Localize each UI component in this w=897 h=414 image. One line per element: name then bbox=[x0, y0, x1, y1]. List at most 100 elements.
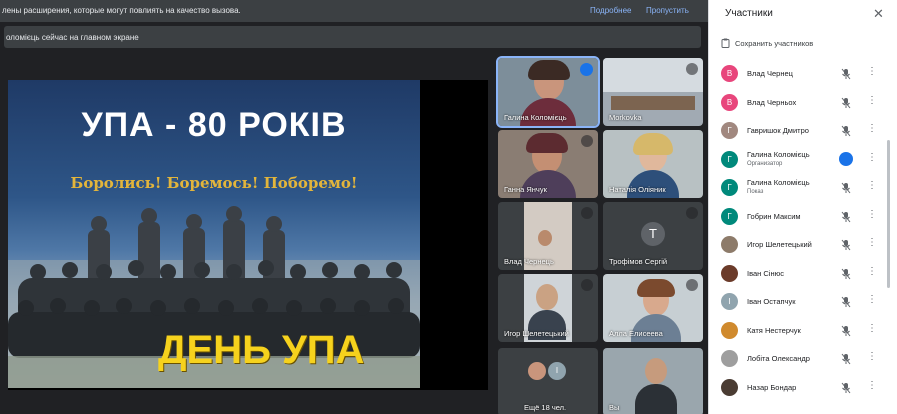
participant-name: Назар Бондар bbox=[747, 382, 797, 392]
meeting-area: лены расширения, которые могут повлиять … bbox=[0, 0, 708, 414]
participant-name: Катя Нестерчук bbox=[747, 325, 801, 335]
participant-name: Іван Остапчук bbox=[747, 297, 796, 306]
participant-avatar bbox=[721, 350, 738, 367]
participant-avatar: В bbox=[721, 93, 738, 111]
more-options-icon[interactable]: ⋮ bbox=[867, 95, 877, 106]
participant-tile[interactable]: Галина Коломієць bbox=[496, 56, 600, 128]
participant-name: Трофімов Сергій bbox=[609, 257, 668, 266]
scrollbar[interactable] bbox=[887, 140, 890, 288]
participant-row[interactable]: Г Гобрин Максим ⋮ bbox=[709, 205, 887, 229]
participant-avatar: Г bbox=[721, 179, 738, 196]
participant-tile[interactable]: Morkovka bbox=[603, 58, 703, 126]
more-options-icon[interactable]: ⋮ bbox=[867, 181, 877, 191]
more-participants-label: Ещё 18 чел. bbox=[524, 403, 567, 412]
participant-name: Гобрин Максим bbox=[747, 211, 801, 221]
mic-off-icon[interactable] bbox=[841, 210, 851, 228]
participant-name: Лобіта Олександр bbox=[747, 354, 810, 363]
more-options-icon[interactable]: ⋮ bbox=[867, 266, 877, 277]
clipboard-icon bbox=[721, 38, 730, 48]
skip-link[interactable]: Пропустить bbox=[646, 6, 689, 15]
mic-off-icon bbox=[581, 135, 593, 147]
participant-tile[interactable]: Ганна Янчук bbox=[498, 130, 598, 198]
participant-tile[interactable]: Наталія Оліяник bbox=[603, 130, 703, 198]
participant-name: Галина Коломієць bbox=[747, 178, 810, 187]
mic-off-icon bbox=[686, 63, 698, 75]
mic-off-icon[interactable] bbox=[841, 124, 851, 142]
participants-panel: Участники ✕ Сохранить участников В Влад Ч… bbox=[708, 0, 897, 414]
speaking-icon bbox=[580, 63, 593, 76]
more-options-icon[interactable]: ⋮ bbox=[867, 352, 877, 362]
participant-avatar bbox=[721, 264, 738, 282]
mic-off-icon[interactable] bbox=[841, 381, 851, 399]
participant-row[interactable]: Лобіта Олександр ⋮ bbox=[709, 347, 887, 371]
mic-off-icon[interactable] bbox=[841, 324, 851, 342]
mic-off-icon[interactable] bbox=[841, 181, 851, 199]
participant-row[interactable]: Катя Нестерчук ⋮ bbox=[709, 319, 887, 343]
participant-name: Галина Коломієць bbox=[747, 149, 810, 159]
participant-name: Игор Шелетецький bbox=[504, 329, 569, 338]
participant-tile[interactable]: Т Трофімов Сергій bbox=[603, 202, 703, 270]
participant-avatar: І bbox=[721, 293, 738, 310]
participant-tile[interactable]: Игор Шелетецький bbox=[498, 274, 598, 342]
mic-off-icon bbox=[581, 207, 593, 219]
participant-avatar: Т bbox=[641, 222, 665, 246]
participant-name: Наталія Оліяник bbox=[609, 185, 666, 194]
participant-row[interactable]: Г Галина Коломієць Организатор ⋮ bbox=[709, 148, 887, 172]
participant-name: Влад Чернец bbox=[747, 69, 793, 78]
more-participants-tile[interactable]: I Ещё 18 чел. bbox=[498, 348, 598, 414]
save-participants-button[interactable]: Сохранить участников bbox=[721, 38, 813, 48]
mic-off-icon bbox=[581, 279, 593, 291]
participant-row[interactable]: В Влад Чернец ⋮ bbox=[709, 62, 887, 86]
extensions-warning-banner: лены расширения, которые могут повлиять … bbox=[0, 0, 708, 22]
mic-off-icon[interactable] bbox=[841, 67, 851, 85]
presentation-poster: УПА - 80 РОКІВ Боролись! Боремось! Побор… bbox=[8, 80, 420, 388]
mic-off-icon[interactable] bbox=[841, 238, 851, 256]
participant-row[interactable]: Назар Бондар ⋮ bbox=[709, 376, 887, 400]
presentation-status-bar: оломієць сейчас на главном экране bbox=[4, 26, 701, 48]
close-icon[interactable]: ✕ bbox=[873, 6, 884, 22]
more-options-icon[interactable]: ⋮ bbox=[867, 124, 877, 134]
mic-off-icon[interactable] bbox=[841, 352, 851, 370]
poster-slogan: Боролись! Боремось! Поборемо! bbox=[70, 174, 358, 192]
panel-title: Участники bbox=[725, 8, 773, 19]
participant-row[interactable]: Г Галина Коломієць Показ ⋮ bbox=[709, 176, 887, 200]
participant-avatar: Г bbox=[721, 122, 738, 139]
poster-title: УПА - 80 РОКІВ bbox=[81, 106, 347, 144]
mic-off-icon bbox=[686, 279, 698, 291]
participant-tile[interactable]: Влад Чернець bbox=[498, 202, 598, 270]
more-options-icon[interactable]: ⋮ bbox=[867, 238, 877, 248]
mic-off-icon[interactable] bbox=[841, 96, 851, 114]
more-options-icon[interactable]: ⋮ bbox=[867, 209, 877, 220]
participant-name: Галина Коломієць bbox=[504, 113, 567, 122]
more-options-icon[interactable]: ⋮ bbox=[867, 295, 877, 305]
more-options-icon[interactable]: ⋮ bbox=[867, 323, 877, 334]
participant-row[interactable]: В Влад Черньох ⋮ bbox=[709, 91, 887, 115]
participant-name: Влад Черньох bbox=[747, 97, 797, 107]
more-options-icon[interactable]: ⋮ bbox=[867, 380, 877, 391]
participant-row[interactable]: Іван Сінюс ⋮ bbox=[709, 262, 887, 286]
participant-name: Ганна Янчук bbox=[504, 185, 547, 194]
speaking-icon bbox=[839, 151, 853, 166]
mic-off-icon[interactable] bbox=[841, 295, 851, 313]
participant-role: Организатор bbox=[747, 160, 783, 167]
participant-name: Іван Сінюс bbox=[747, 268, 784, 278]
participant-name: Вы bbox=[609, 403, 620, 412]
mic-off-icon[interactable] bbox=[841, 267, 851, 285]
self-tile[interactable]: Вы bbox=[603, 348, 703, 414]
more-options-icon[interactable]: ⋮ bbox=[867, 152, 877, 163]
participant-row[interactable]: І Іван Остапчук ⋮ bbox=[709, 290, 887, 314]
participant-row[interactable]: Г Гавришок Дмитро ⋮ bbox=[709, 119, 887, 143]
banner-text: лены расширения, которые могут повлиять … bbox=[2, 6, 241, 15]
participant-avatar: I bbox=[548, 362, 566, 380]
participant-name: Алла Елисеева bbox=[609, 329, 663, 338]
participant-avatar: Г bbox=[721, 150, 738, 168]
participant-avatar: Г bbox=[721, 207, 738, 225]
participant-name: Влад Чернець bbox=[504, 257, 554, 266]
participant-name: Morkovka bbox=[609, 113, 642, 122]
mic-off-icon bbox=[686, 207, 698, 219]
more-info-link[interactable]: Подробнее bbox=[590, 6, 632, 15]
save-participants-label: Сохранить участников bbox=[735, 38, 814, 48]
participant-row[interactable]: Игор Шелетецький ⋮ bbox=[709, 233, 887, 257]
more-options-icon[interactable]: ⋮ bbox=[867, 67, 877, 77]
participant-tile[interactable]: Алла Елисеева bbox=[603, 274, 703, 342]
